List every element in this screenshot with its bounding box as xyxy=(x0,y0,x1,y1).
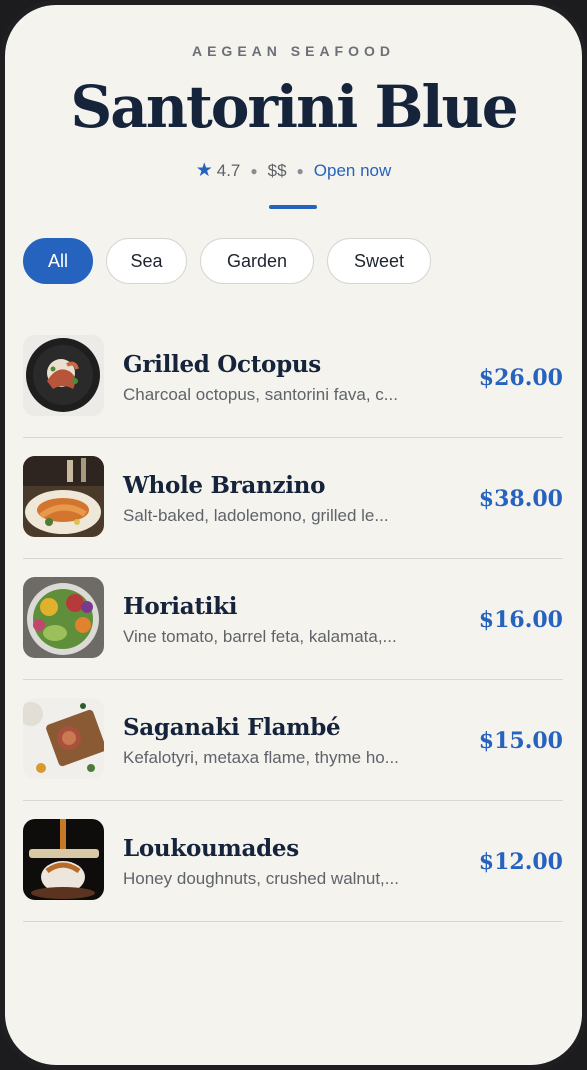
menu-item-description: Salt-baked, ladolemono, grilled le... xyxy=(123,506,389,525)
accent-divider xyxy=(269,205,317,209)
menu-item-name: Horiatiki xyxy=(123,593,238,620)
menu-item-price: $12.00 xyxy=(478,849,563,875)
menu-item-name: Whole Branzino xyxy=(123,472,326,499)
menu-item-price: $26.00 xyxy=(478,365,563,391)
menu-item-loukoumades[interactable]: Loukoumades Honey doughnuts, crushed wal… xyxy=(23,801,563,922)
restaurant-name: Santorini Blue xyxy=(70,73,518,141)
menu-item-horiatiki[interactable]: Horiatiki Vine tomato, barrel feta, kala… xyxy=(23,559,563,680)
menu-item-saganaki-flambe[interactable]: Saganaki Flambé Kefalotyri, metaxa flame… xyxy=(23,680,563,801)
branzino-dish-photo xyxy=(23,456,104,537)
octopus-dish-photo xyxy=(23,335,104,416)
menu-item-name: Loukoumades xyxy=(123,835,299,862)
loukoumades-dish-photo xyxy=(23,819,104,900)
open-status: Open now xyxy=(313,160,392,180)
filter-chip-all[interactable]: All xyxy=(23,238,93,284)
menu-list: Grilled Octopus Charcoal octopus, santor… xyxy=(23,317,563,922)
menu-item-price: $38.00 xyxy=(478,486,563,512)
menu-item-price: $15.00 xyxy=(478,728,563,754)
menu-item-description: Kefalotyri, metaxa flame, thyme ho... xyxy=(123,748,399,767)
saganaki-dish-photo xyxy=(23,698,104,779)
menu-item-description: Charcoal octopus, santorini fava, c... xyxy=(123,385,398,404)
filter-chips: All Sea Garden Sweet xyxy=(23,238,431,284)
filter-chip-sea[interactable]: Sea xyxy=(106,238,187,284)
menu-item-whole-branzino[interactable]: Whole Branzino Salt-baked, ladolemono, g… xyxy=(23,438,563,559)
menu-item-name: Grilled Octopus xyxy=(123,351,321,378)
star-icon: ★ xyxy=(195,160,213,181)
rating-value: 4.7 xyxy=(216,160,241,180)
cuisine-label: AEGEAN SEAFOOD xyxy=(191,43,395,59)
menu-item-name: Saganaki Flambé xyxy=(123,714,341,741)
salad-dish-photo xyxy=(23,577,104,658)
price-level: $$ xyxy=(267,160,287,180)
restaurant-meta: ★ 4.7 ● $$ ● Open now xyxy=(5,159,582,182)
separator-dot: ● xyxy=(296,163,304,178)
filter-chip-sweet[interactable]: Sweet xyxy=(327,238,431,284)
filter-chip-garden[interactable]: Garden xyxy=(200,238,314,284)
separator-dot: ● xyxy=(250,163,258,178)
menu-item-grilled-octopus[interactable]: Grilled Octopus Charcoal octopus, santor… xyxy=(23,317,563,438)
phone-frame: AEGEAN SEAFOOD Santorini Blue ★ 4.7 ● $$… xyxy=(0,0,587,1070)
menu-item-description: Vine tomato, barrel feta, kalamata,... xyxy=(123,627,397,646)
menu-item-price: $16.00 xyxy=(478,607,563,633)
menu-item-description: Honey doughnuts, crushed walnut,... xyxy=(123,869,399,888)
